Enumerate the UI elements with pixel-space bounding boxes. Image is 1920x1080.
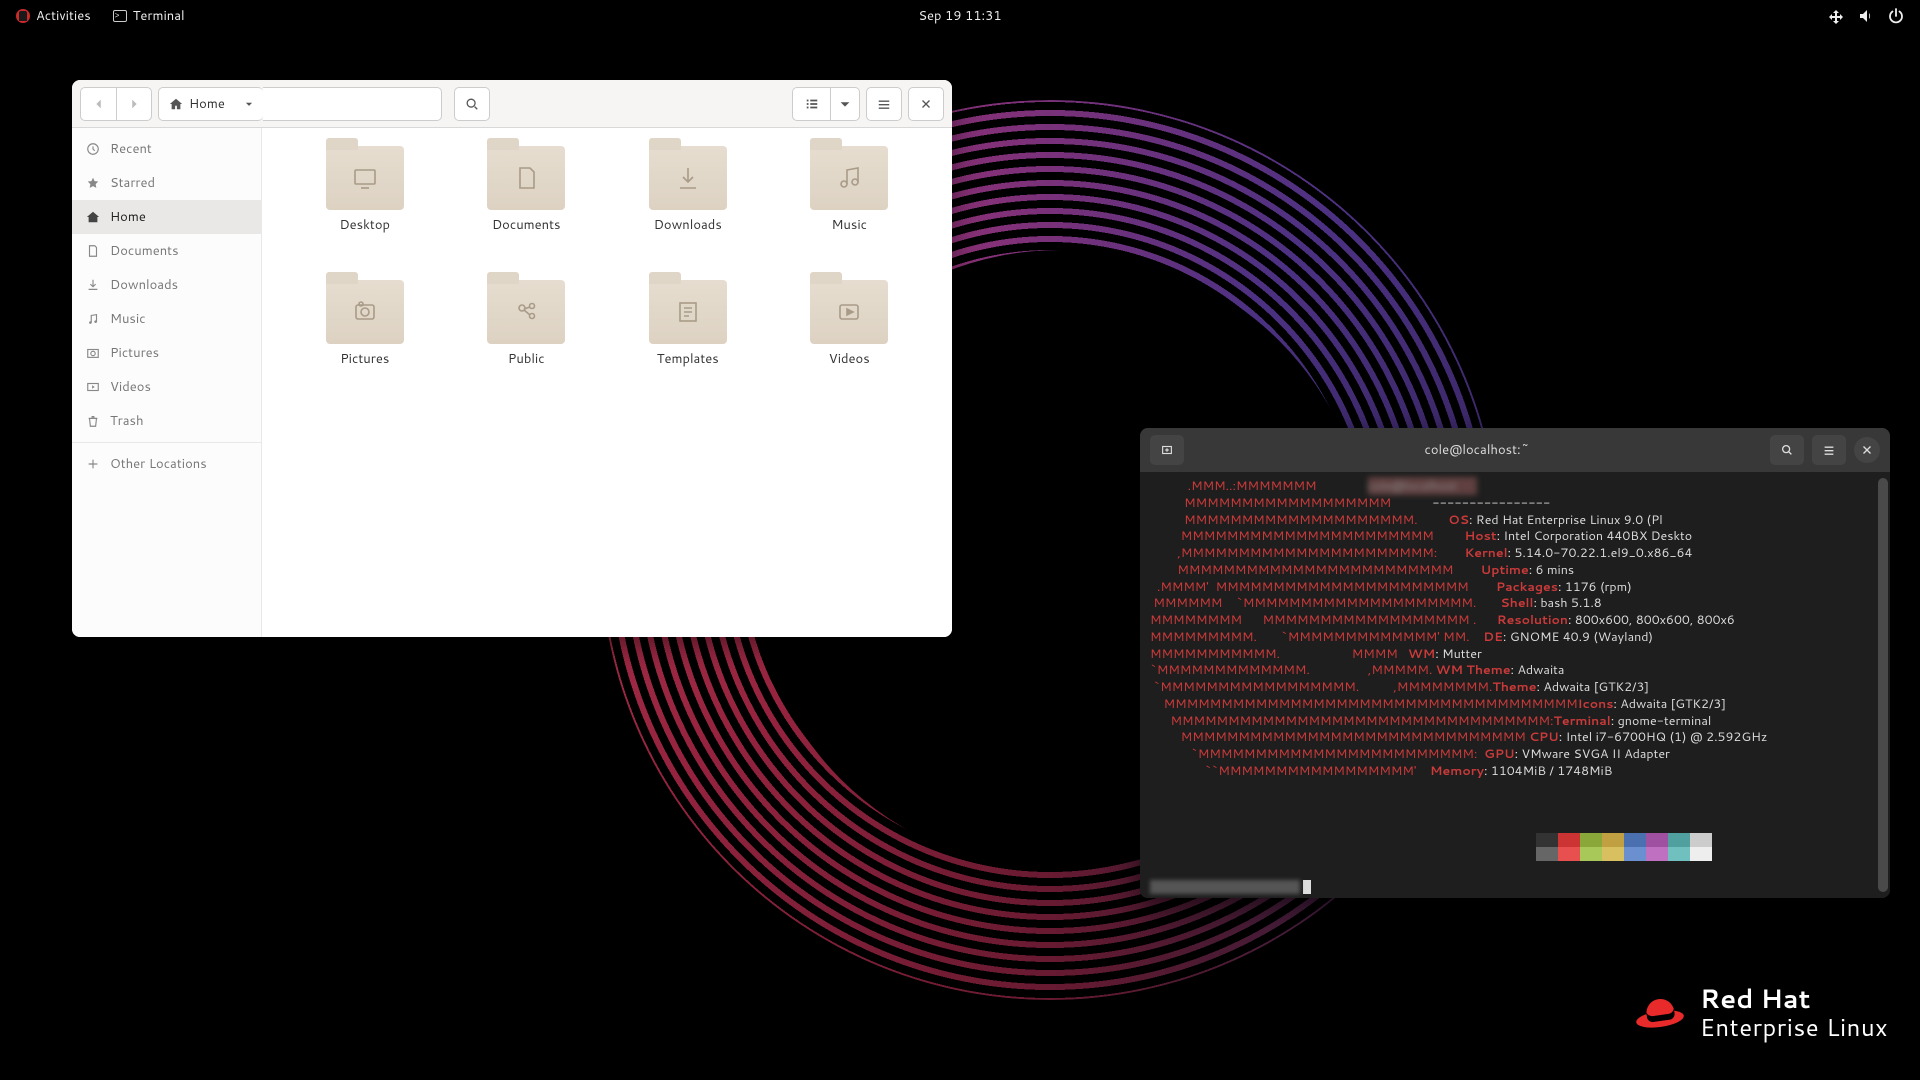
active-app-indicator[interactable]: Terminal (105, 3, 193, 29)
folder-label: Templates (657, 350, 719, 368)
folder-music[interactable]: Music (771, 146, 929, 276)
back-button[interactable] (80, 87, 116, 121)
redhat-icon (1636, 995, 1684, 1031)
files-sidebar: Recent Starred Home Documents Downloads … (72, 128, 262, 637)
sidebar-item-pictures[interactable]: Pictures (72, 336, 261, 370)
files-headerbar: Home (72, 80, 952, 128)
terminal-scrollbar[interactable] (1878, 478, 1888, 892)
files-grid: Desktop Documents Downloads Music Pictures Pu… (262, 128, 952, 637)
terminal-window: cole@localhost:~ .MMM..:MMMMMMM cole@loc… (1140, 428, 1890, 898)
folder-icon (326, 280, 404, 344)
search-button[interactable] (454, 87, 490, 121)
logo-line2: Enterprise Linux (1700, 1014, 1888, 1040)
view-toggle-button[interactable] (792, 87, 830, 121)
folder-videos[interactable]: Videos (771, 280, 929, 410)
folder-icon (810, 280, 888, 344)
sidebar-label: Other Locations (110, 455, 207, 473)
folder-icon (649, 146, 727, 210)
active-app-label: Terminal (133, 7, 185, 25)
top-panel: Activities Terminal Sep 19 11:31 (0, 0, 1920, 32)
system-tray[interactable] (1828, 8, 1912, 24)
folder-icon (487, 146, 565, 210)
sidebar-label: Music (110, 310, 146, 328)
folder-label: Music (831, 216, 867, 234)
sidebar-label: Downloads (110, 276, 178, 294)
folder-templates[interactable]: Templates (609, 280, 767, 410)
forward-button[interactable] (116, 87, 152, 121)
sidebar-label: Recent (110, 140, 152, 158)
sidebar-item-downloads[interactable]: Downloads (72, 268, 261, 302)
folder-label: Pictures (340, 350, 389, 368)
sidebar-label: Starred (110, 174, 155, 192)
pathbar-spacer (263, 87, 442, 121)
folder-label: Videos (829, 350, 870, 368)
terminal-close-button[interactable] (1854, 437, 1880, 463)
new-tab-button[interactable] (1150, 435, 1184, 465)
sidebar-item-music[interactable]: Music (72, 302, 261, 336)
folder-desktop[interactable]: Desktop (286, 146, 444, 276)
folder-icon (487, 280, 565, 344)
sidebar-item-trash[interactable]: Trash (72, 404, 261, 438)
sidebar-label: Home (110, 208, 146, 226)
network-icon (1828, 8, 1844, 24)
terminal-menu-button[interactable] (1812, 435, 1846, 465)
view-dropdown-button[interactable] (830, 87, 860, 121)
path-dropdown[interactable] (235, 87, 263, 121)
sidebar-item-videos[interactable]: Videos (72, 370, 261, 404)
volume-icon (1858, 8, 1874, 24)
folder-label: Downloads (654, 216, 722, 234)
hamburger-button[interactable] (866, 87, 902, 121)
sidebar-label: Trash (110, 412, 144, 430)
folder-label: Public (508, 350, 545, 368)
fedora-icon (16, 9, 30, 23)
folder-downloads[interactable]: Downloads (609, 146, 767, 276)
terminal-headerbar: cole@localhost:~ (1140, 428, 1890, 472)
folder-icon (649, 280, 727, 344)
folder-pictures[interactable]: Pictures (286, 280, 444, 410)
close-button[interactable] (908, 87, 944, 121)
clock[interactable]: Sep 19 11:31 (918, 7, 1001, 25)
sidebar-item-recent[interactable]: Recent (72, 132, 261, 166)
prompt-blurred (1150, 880, 1300, 894)
sidebar-item-starred[interactable]: Starred (72, 166, 261, 200)
sidebar-label: Videos (110, 378, 151, 396)
sidebar-item-home[interactable]: Home (72, 200, 261, 234)
home-icon (169, 97, 183, 111)
sidebar-label: Pictures (110, 344, 159, 362)
files-window: Home Recent Starred Home Documents Downl… (72, 80, 952, 637)
sidebar-item-documents[interactable]: Documents (72, 234, 261, 268)
path-label: Home (189, 95, 225, 113)
folder-documents[interactable]: Documents (448, 146, 606, 276)
folder-label: Desktop (339, 216, 390, 234)
sidebar-label: Documents (110, 242, 179, 260)
power-icon (1888, 8, 1904, 24)
terminal-icon (113, 10, 127, 22)
folder-icon (810, 146, 888, 210)
sidebar-item-other-locations[interactable]: Other Locations (72, 447, 261, 481)
activities-label: Activities (36, 7, 91, 25)
activities-button[interactable]: Activities (8, 3, 99, 29)
folder-label: Documents (492, 216, 561, 234)
path-bar[interactable]: Home (158, 87, 448, 121)
terminal-title: cole@localhost:~ (1192, 441, 1762, 459)
terminal-content[interactable]: .MMM..:MMMMMMM cole@localhost MMMMMMMMMM… (1140, 472, 1890, 898)
rhel-logo: Red Hat Enterprise Linux (1636, 985, 1888, 1040)
folder-icon (326, 146, 404, 210)
terminal-search-button[interactable] (1770, 435, 1804, 465)
folder-public[interactable]: Public (448, 280, 606, 410)
cursor (1303, 880, 1311, 894)
